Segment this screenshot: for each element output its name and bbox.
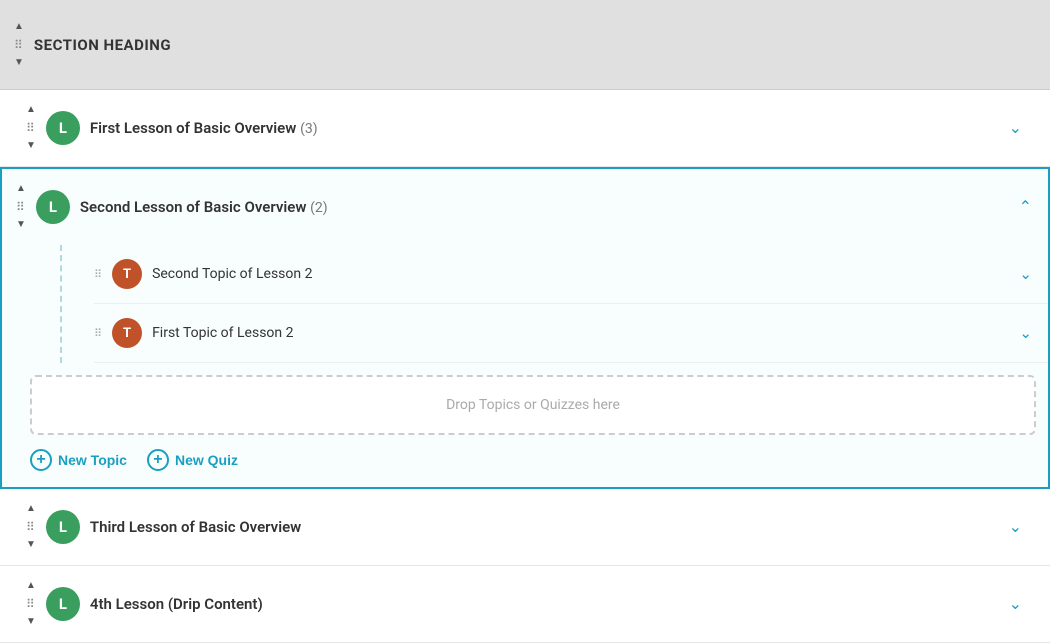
section-title: SECTION HEADING: [34, 36, 1038, 54]
lesson-1-drag-handle[interactable]: ⠿: [26, 121, 36, 135]
topic-2-title: First Topic of Lesson 2: [152, 325, 1015, 341]
lesson-2-chevron-up[interactable]: ▲: [14, 182, 28, 196]
new-quiz-icon: +: [147, 449, 169, 471]
lesson-row-4: ▲ ⠿ ▼ L 4th Lesson (Drip Content) ⌄: [0, 566, 1050, 643]
lesson-1-count: (3): [300, 121, 318, 137]
section-chevron-down[interactable]: ▼: [12, 56, 26, 70]
lesson-4-chevron-down[interactable]: ▼: [24, 615, 38, 629]
lesson-3-drag-handle[interactable]: ⠿: [26, 520, 36, 534]
new-quiz-button[interactable]: + New Quiz: [147, 449, 238, 471]
topic-2-drag-handle[interactable]: ⠿: [94, 327, 102, 340]
lesson-3-title: Third Lesson of Basic Overview: [90, 518, 1005, 536]
lesson-3-expand-btn[interactable]: ⌄: [1005, 513, 1026, 541]
lesson-2-title: Second Lesson of Basic Overview (2): [80, 198, 1015, 216]
lesson-2-header: ▲ ⠿ ▼ L Second Lesson of Basic Overview …: [2, 169, 1048, 245]
lesson-1-header: ▲ ⠿ ▼ L First Lesson of Basic Overview (…: [12, 90, 1038, 166]
lesson-4-chevron-up[interactable]: ▲: [24, 579, 38, 593]
topic-1-expand-btn[interactable]: ⌄: [1015, 261, 1036, 287]
lesson-2-controls: ▲ ⠿ ▼: [14, 182, 28, 232]
lesson-1-expand-btn[interactable]: ⌄: [1005, 114, 1026, 142]
lesson-4-avatar: L: [46, 587, 80, 621]
section-drag-handle[interactable]: ⠿: [14, 38, 24, 52]
lesson-1-title: First Lesson of Basic Overview (3): [90, 119, 1005, 137]
lesson-4-title: 4th Lesson (Drip Content): [90, 595, 1005, 613]
lesson-1-chevron-up[interactable]: ▲: [24, 103, 38, 117]
course-list: ▲ ⠿ ▼ SECTION HEADING ▲ ⠿ ▼ L First Less…: [0, 0, 1050, 643]
section-chevron-up[interactable]: ▲: [12, 20, 26, 34]
new-topic-icon: +: [30, 449, 52, 471]
topic-1-title: Second Topic of Lesson 2: [152, 266, 1015, 282]
lesson-2-drag-handle[interactable]: ⠿: [16, 200, 26, 214]
new-topic-button[interactable]: + New Topic: [30, 449, 127, 471]
topic-1-avatar: T: [112, 259, 142, 289]
lesson-4-drag-handle[interactable]: ⠿: [26, 597, 36, 611]
section-controls: ▲ ⠿ ▼: [12, 20, 26, 70]
lesson-4-header: ▲ ⠿ ▼ L 4th Lesson (Drip Content) ⌄: [12, 566, 1038, 642]
lesson-row-1: ▲ ⠿ ▼ L First Lesson of Basic Overview (…: [0, 90, 1050, 167]
lesson-2-collapse-btn[interactable]: ⌃: [1015, 193, 1036, 221]
drop-zone[interactable]: Drop Topics or Quizzes here: [30, 375, 1036, 435]
topic-row-1: ⠿ T Second Topic of Lesson 2 ⌄: [94, 245, 1048, 304]
section-heading-row: ▲ ⠿ ▼ SECTION HEADING: [0, 0, 1050, 90]
topic-row-2: ⠿ T First Topic of Lesson 2 ⌄: [94, 304, 1048, 363]
topic-list: ⠿ T Second Topic of Lesson 2 ⌄ ⠿ T First…: [60, 245, 1048, 363]
lesson-4-expand-btn[interactable]: ⌄: [1005, 590, 1026, 618]
lesson-3-controls: ▲ ⠿ ▼: [24, 502, 38, 552]
lesson-3-header: ▲ ⠿ ▼ L Third Lesson of Basic Overview ⌄: [12, 489, 1038, 565]
lesson-2-count: (2): [310, 200, 328, 216]
lesson-1-chevron-down[interactable]: ▼: [24, 139, 38, 153]
lesson-2-content: ⠿ T Second Topic of Lesson 2 ⌄ ⠿ T First…: [2, 245, 1048, 487]
lesson-row-2: ▲ ⠿ ▼ L Second Lesson of Basic Overview …: [0, 167, 1050, 489]
lesson-2-chevron-down[interactable]: ▼: [14, 218, 28, 232]
lesson-1-avatar: L: [46, 111, 80, 145]
topic-2-expand-btn[interactable]: ⌄: [1015, 320, 1036, 346]
add-buttons: + New Topic + New Quiz: [30, 435, 1048, 487]
lesson-1-controls: ▲ ⠿ ▼: [24, 103, 38, 153]
lesson-4-controls: ▲ ⠿ ▼: [24, 579, 38, 629]
lesson-3-chevron-up[interactable]: ▲: [24, 502, 38, 516]
lesson-2-avatar: L: [36, 190, 70, 224]
lesson-3-avatar: L: [46, 510, 80, 544]
topic-1-drag-handle[interactable]: ⠿: [94, 268, 102, 281]
lesson-3-chevron-down[interactable]: ▼: [24, 538, 38, 552]
topic-2-avatar: T: [112, 318, 142, 348]
lesson-row-3: ▲ ⠿ ▼ L Third Lesson of Basic Overview ⌄: [0, 489, 1050, 566]
